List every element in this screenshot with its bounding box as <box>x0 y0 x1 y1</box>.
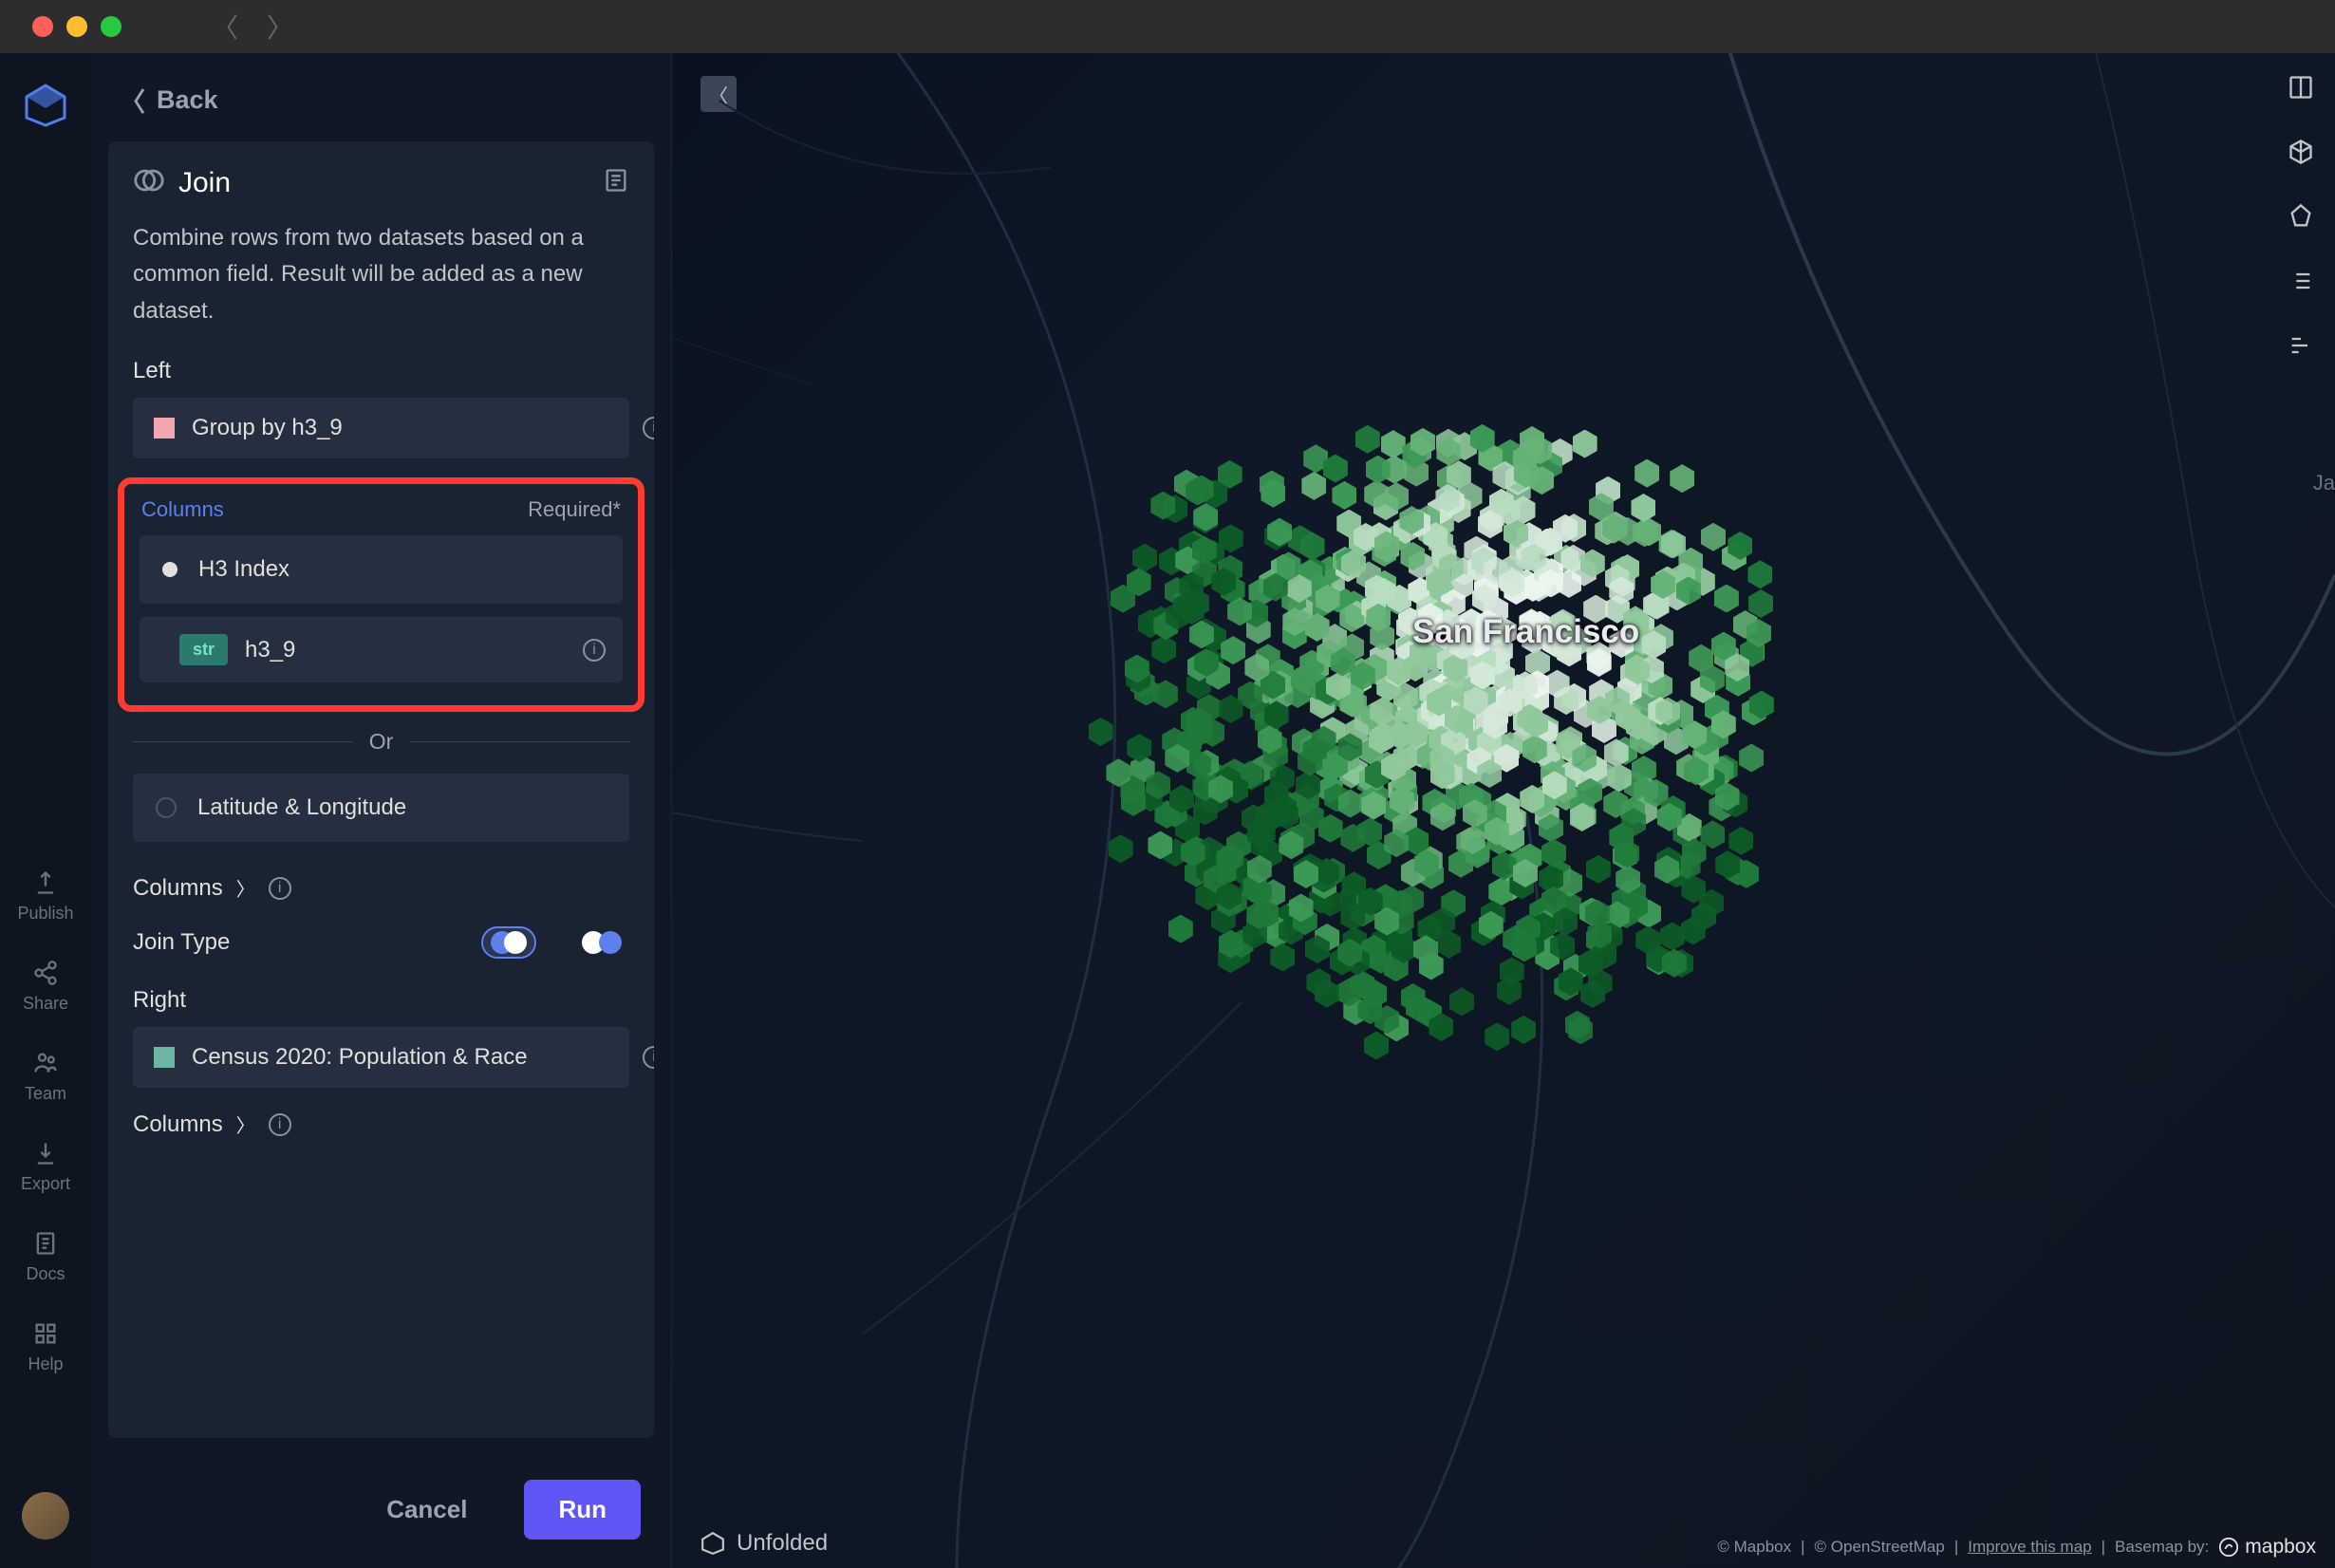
browser-forward-button[interactable]: 〉 <box>267 8 293 46</box>
info-icon[interactable]: i <box>269 877 291 900</box>
info-icon[interactable]: i <box>269 1113 291 1136</box>
icon-rail: Publish Share Team Export Docs <box>0 53 91 1568</box>
rail-share[interactable]: Share <box>23 958 68 1014</box>
radio-unselected-icon <box>156 797 177 818</box>
h3-field-select[interactable]: str h3_9 i <box>140 617 623 682</box>
3d-view-button[interactable] <box>2286 137 2316 167</box>
lat-lng-label: Latitude & Longitude <box>197 794 406 821</box>
docs-link-icon[interactable] <box>603 167 629 198</box>
right-dataset-select[interactable]: Census 2020: Population & Race i <box>133 1027 629 1088</box>
left-section-label: Left <box>108 358 654 398</box>
app-logo[interactable] <box>23 82 68 127</box>
info-icon[interactable]: i <box>643 1046 654 1069</box>
join-type-left[interactable] <box>481 926 536 959</box>
field-name: h3_9 <box>245 637 295 663</box>
right-dataset-name: Census 2020: Population & Race <box>192 1044 608 1071</box>
rail-export[interactable]: Export <box>21 1138 70 1194</box>
map-east-label: Ja <box>2313 471 2335 495</box>
attr-mapbox[interactable]: © Mapbox <box>1717 1538 1791 1557</box>
map-city-label: San Francisco <box>1412 613 1639 651</box>
info-icon[interactable]: i <box>583 639 606 662</box>
dataset-swatch-icon <box>154 1047 175 1068</box>
columns-expand-label: Columns <box>133 875 223 902</box>
join-icon <box>133 164 165 201</box>
panel-description: Combine rows from two datasets based on … <box>108 220 654 358</box>
user-avatar[interactable] <box>22 1492 69 1540</box>
chevron-right-icon: 〉 <box>236 874 255 902</box>
h3-index-option[interactable]: H3 Index <box>140 535 623 604</box>
upload-icon <box>30 868 61 898</box>
window-titlebar: 〈 〉 <box>0 0 2335 53</box>
mapbox-logo[interactable]: mapbox <box>2218 1536 2316 1559</box>
join-panel: 〈 Back Join Combine rows from two datase… <box>91 53 672 1568</box>
split-view-button[interactable] <box>2286 72 2316 103</box>
map-tools-rail <box>2286 72 2316 361</box>
lat-lng-option[interactable]: Latitude & Longitude <box>133 774 629 842</box>
rail-team[interactable]: Team <box>25 1048 66 1104</box>
left-dataset-select[interactable]: Group by h3_9 i <box>133 398 629 458</box>
attr-improve[interactable]: Improve this map <box>1968 1538 2091 1557</box>
divider <box>133 741 352 742</box>
or-label: Or <box>369 729 394 755</box>
export-icon <box>30 1138 61 1168</box>
rail-publish[interactable]: Publish <box>17 868 73 924</box>
map-attribution: © Mapbox | © OpenStreetMap | Improve thi… <box>1717 1536 2316 1559</box>
browser-back-button[interactable]: 〈 <box>212 8 238 46</box>
unfolded-watermark: Unfolded <box>700 1530 828 1557</box>
dataset-swatch-icon <box>154 418 175 439</box>
h3-index-label: H3 Index <box>198 556 290 583</box>
columns-highlight: Columns Required* H3 Index str h3_9 i <box>118 477 644 712</box>
columns-label: Columns <box>141 497 224 522</box>
rail-docs[interactable]: Docs <box>26 1228 65 1284</box>
cancel-button[interactable]: Cancel <box>352 1480 501 1540</box>
window-controls <box>32 16 121 37</box>
draw-button[interactable] <box>2286 201 2316 232</box>
right-section-label: Right <box>108 987 654 1027</box>
maximize-window-button[interactable] <box>101 16 121 37</box>
docs-icon <box>30 1228 61 1259</box>
chart-button[interactable] <box>2286 330 2316 361</box>
divider <box>410 741 629 742</box>
chevron-left-icon: 〈 <box>120 82 145 119</box>
legend-button[interactable] <box>2286 266 2316 296</box>
left-dataset-name: Group by h3_9 <box>192 415 608 441</box>
panel-title: Join <box>178 167 231 199</box>
minimize-window-button[interactable] <box>66 16 87 37</box>
browser-nav: 〈 〉 <box>212 8 293 46</box>
chevron-right-icon: 〉 <box>236 1111 255 1138</box>
left-columns-expand[interactable]: Columns 〉 i <box>108 870 654 926</box>
type-badge: str <box>179 634 228 665</box>
back-label: Back <box>157 85 218 115</box>
info-icon[interactable]: i <box>643 417 654 439</box>
map-canvas[interactable]: 〈 San Francisco Ja <box>672 53 2335 1568</box>
back-button[interactable]: 〈 Back <box>91 82 671 141</box>
columns-expand-label: Columns <box>133 1111 223 1138</box>
attr-basemap: Basemap by: <box>2115 1538 2209 1557</box>
close-window-button[interactable] <box>32 16 53 37</box>
required-label: Required* <box>528 497 621 522</box>
join-type-inner[interactable] <box>574 926 629 959</box>
help-icon <box>30 1318 61 1349</box>
map-hex-layer <box>1061 423 1783 1088</box>
attr-osm[interactable]: © OpenStreetMap <box>1815 1538 1945 1557</box>
run-button[interactable]: Run <box>524 1480 641 1540</box>
team-icon <box>30 1048 61 1078</box>
join-type-label: Join Type <box>133 929 230 956</box>
radio-selected-icon <box>162 562 177 577</box>
right-columns-expand[interactable]: Columns 〉 i <box>108 1107 654 1163</box>
share-icon <box>30 958 61 988</box>
rail-help[interactable]: Help <box>28 1318 63 1374</box>
